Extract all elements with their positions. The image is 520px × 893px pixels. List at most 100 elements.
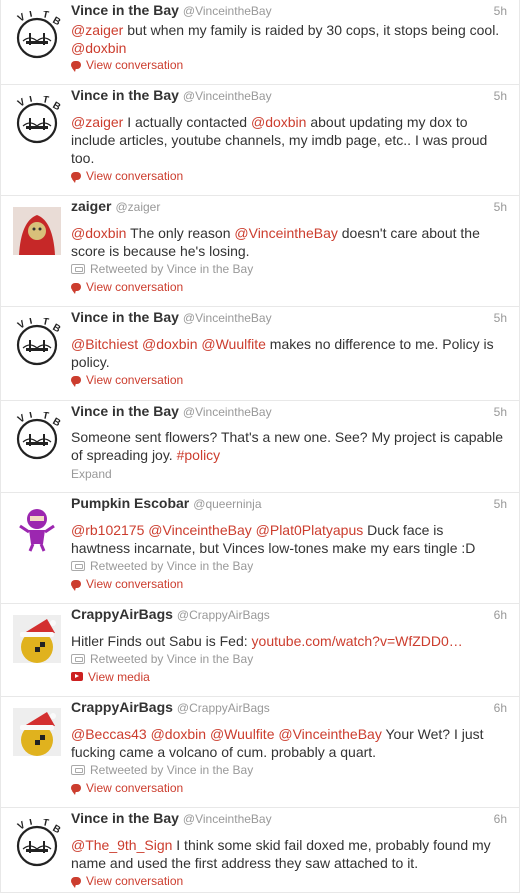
mention-link[interactable]: @Beccas43 xyxy=(71,726,147,742)
display-name[interactable]: Vince in the Bay @VinceintheBay xyxy=(71,309,272,325)
retweeted-by[interactable]: Retweeted by Vince in the Bay xyxy=(71,262,253,276)
user-handle[interactable]: @queerninja xyxy=(193,497,261,511)
display-name[interactable]: CrappyAirBags @CrappyAirBags xyxy=(71,699,270,715)
retweeted-by[interactable]: Retweeted by Vince in the Bay xyxy=(71,763,253,777)
vitb-logo-avatar[interactable]: VITB xyxy=(13,410,62,460)
avatar[interactable]: VITB xyxy=(13,410,62,460)
timestamp[interactable]: 5h xyxy=(494,89,507,103)
vitb-logo-avatar[interactable]: VITB xyxy=(13,817,62,867)
user-handle[interactable]: @CrappyAirBags xyxy=(177,701,270,715)
ninja-cartoon-avatar[interactable] xyxy=(13,504,61,552)
vitb-logo-avatar[interactable]: VITB xyxy=(13,9,62,59)
action-label[interactable]: View conversation xyxy=(86,58,183,72)
action-label[interactable]: View conversation xyxy=(86,874,183,888)
action-label[interactable]: View conversation xyxy=(86,577,183,591)
action-label[interactable]: View media xyxy=(88,670,150,684)
timestamp[interactable]: 5h xyxy=(494,4,507,18)
avatar[interactable]: VITB xyxy=(13,94,62,144)
mention-link[interactable]: @doxbin xyxy=(71,225,126,241)
mention-link[interactable]: @zaiger xyxy=(71,114,123,130)
timestamp[interactable]: 5h xyxy=(494,405,507,419)
retweeted-by[interactable]: Retweeted by Vince in the Bay xyxy=(71,559,253,573)
tweet[interactable]: Pumpkin Escobar @queerninja 5h @rb102175 @V… xyxy=(1,493,519,604)
retweeted-by-text[interactable]: Retweeted by Vince in the Bay xyxy=(90,763,253,777)
hashtag-link[interactable]: #policy xyxy=(177,447,221,463)
timestamp[interactable]: 6h xyxy=(494,812,507,826)
mention-link[interactable]: @VinceintheBay xyxy=(278,726,381,742)
avatar[interactable]: VITB xyxy=(13,316,62,366)
mention-link[interactable]: @Wuulfite xyxy=(210,726,275,742)
view-conversation-link[interactable]: View conversation xyxy=(71,577,183,591)
timestamp[interactable]: 6h xyxy=(494,608,507,622)
user-handle[interactable]: @VinceintheBay xyxy=(183,311,272,325)
timestamp[interactable]: 5h xyxy=(494,200,507,214)
mention-link[interactable]: @doxbin xyxy=(251,114,306,130)
santa-dummy-avatar[interactable] xyxy=(13,615,61,663)
display-name-text[interactable]: zaiger xyxy=(71,198,111,214)
user-handle[interactable]: @VinceintheBay xyxy=(183,4,272,18)
santa-dummy-avatar[interactable] xyxy=(13,708,61,756)
view-conversation-link[interactable]: View conversation xyxy=(71,58,183,72)
user-handle[interactable]: @VinceintheBay xyxy=(183,405,272,419)
mention-link[interactable]: @The_9th_Sign xyxy=(71,837,172,853)
view-media-link[interactable]: View media xyxy=(71,670,150,684)
mention-link[interactable]: @rb102175 xyxy=(71,522,144,538)
display-name[interactable]: Vince in the Bay @VinceintheBay xyxy=(71,403,272,419)
retweeted-by-text[interactable]: Retweeted by Vince in the Bay xyxy=(90,652,253,666)
display-name[interactable]: Vince in the Bay @VinceintheBay xyxy=(71,2,272,18)
action-label[interactable]: View conversation xyxy=(86,781,183,795)
action-label[interactable]: View conversation xyxy=(86,280,183,294)
display-name-text[interactable]: Vince in the Bay xyxy=(71,810,179,826)
action-label[interactable]: View conversation xyxy=(86,373,183,387)
display-name[interactable]: Vince in the Bay @VinceintheBay xyxy=(71,810,272,826)
tweet[interactable]: CrappyAirBags @CrappyAirBags 6h @Beccas43 @… xyxy=(1,697,519,808)
action-label[interactable]: View conversation xyxy=(86,169,183,183)
mention-link[interactable]: @doxbin xyxy=(142,336,197,352)
view-conversation-link[interactable]: View conversation xyxy=(71,373,183,387)
avatar[interactable]: VITB xyxy=(13,817,62,867)
display-name[interactable]: Pumpkin Escobar @queerninja xyxy=(71,495,262,511)
vitb-logo-avatar[interactable]: VITB xyxy=(13,94,62,144)
view-conversation-link[interactable]: View conversation xyxy=(71,781,183,795)
view-conversation-link[interactable]: View conversation xyxy=(71,169,183,183)
tweet[interactable]: zaiger @zaiger 5h @doxbin The only reason @… xyxy=(1,196,519,307)
display-name[interactable]: zaiger @zaiger xyxy=(71,198,160,214)
display-name-text[interactable]: Vince in the Bay xyxy=(71,309,179,325)
mention-link[interactable]: @Plat0Platyapus xyxy=(256,522,364,538)
timestamp[interactable]: 5h xyxy=(494,497,507,511)
display-name-text[interactable]: Vince in the Bay xyxy=(71,2,179,18)
user-handle[interactable]: @zaiger xyxy=(115,200,160,214)
tweet[interactable]: V I T B Vince in the Bay @VinceintheBay 6h @The… xyxy=(1,808,519,893)
mention-link[interactable]: @zaiger xyxy=(71,22,123,38)
tweet[interactable]: V I T B Vince in the Bay @VinceintheBay 5h @zai… xyxy=(1,85,519,196)
vitb-logo-avatar[interactable]: VITB xyxy=(13,316,62,366)
avatar[interactable] xyxy=(13,615,61,663)
mention-link[interactable]: @Wuulfite xyxy=(201,336,266,352)
url-link[interactable]: youtube.com/watch?v=WfZDD0… xyxy=(252,633,463,649)
photo-red-hood-avatar[interactable] xyxy=(13,207,61,255)
display-name-text[interactable]: Vince in the Bay xyxy=(71,87,179,103)
display-name-text[interactable]: Pumpkin Escobar xyxy=(71,495,189,511)
user-handle[interactable]: @VinceintheBay xyxy=(183,89,272,103)
avatar[interactable]: VITB xyxy=(13,9,62,59)
expand-link[interactable]: Expand xyxy=(71,467,112,481)
retweeted-by-text[interactable]: Retweeted by Vince in the Bay xyxy=(90,559,253,573)
timestamp[interactable]: 5h xyxy=(494,311,507,325)
avatar[interactable] xyxy=(13,708,61,756)
mention-link[interactable]: @VinceintheBay xyxy=(234,225,337,241)
display-name-text[interactable]: CrappyAirBags xyxy=(71,699,173,715)
mention-link[interactable]: @VinceintheBay xyxy=(148,522,251,538)
display-name[interactable]: Vince in the Bay @VinceintheBay xyxy=(71,87,272,103)
mention-link[interactable]: @doxbin xyxy=(71,40,126,56)
mention-link[interactable]: @Bitchiest xyxy=(71,336,138,352)
display-name-text[interactable]: Vince in the Bay xyxy=(71,403,179,419)
avatar[interactable] xyxy=(13,504,61,552)
user-handle[interactable]: @CrappyAirBags xyxy=(177,608,270,622)
timestamp[interactable]: 6h xyxy=(494,701,507,715)
tweet[interactable]: CrappyAirBags @CrappyAirBags 6h Hitler Find… xyxy=(1,604,519,697)
retweeted-by-text[interactable]: Retweeted by Vince in the Bay xyxy=(90,262,253,276)
display-name[interactable]: CrappyAirBags @CrappyAirBags xyxy=(71,606,270,622)
tweet[interactable]: V I T B Vince in the Bay @VinceintheBay 5h @zai… xyxy=(1,0,519,85)
avatar[interactable] xyxy=(13,207,61,255)
user-handle[interactable]: @VinceintheBay xyxy=(183,812,272,826)
